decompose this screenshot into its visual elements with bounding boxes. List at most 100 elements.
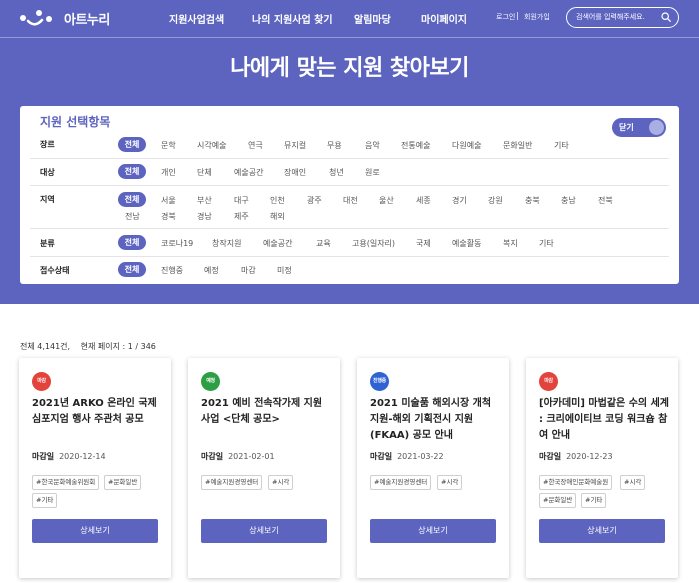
detail-button[interactable]: 상세보기 <box>370 519 496 543</box>
card-tag[interactable]: #문화일반 <box>104 475 142 490</box>
filter-option[interactable]: 대전 <box>343 195 358 206</box>
card-tag[interactable]: #예술지원경영센터 <box>370 475 432 490</box>
filter-option[interactable]: 충남 <box>561 195 576 206</box>
filter-label-target: 대상 <box>40 168 55 177</box>
card-title[interactable]: 2021 미술품 해외시장 개척 지원-해외 기획전시 지원(FKAA) 공모 … <box>370 396 500 444</box>
filter-option[interactable]: 강원 <box>488 195 503 206</box>
filter-option[interactable]: 원로 <box>365 167 380 178</box>
filter-option[interactable]: 창작지원 <box>212 238 241 249</box>
card-tag[interactable]: #기타 <box>581 493 607 508</box>
deadline-date: 2020-12-14 <box>59 452 106 461</box>
filter-option[interactable]: 전통예술 <box>401 140 430 151</box>
filter-option[interactable]: 울산 <box>379 195 394 206</box>
card-tag[interactable]: #한국문화예술위원회 <box>32 475 100 490</box>
filter-target-all[interactable]: 전체 <box>118 164 146 179</box>
filter-option[interactable]: 복지 <box>503 238 518 249</box>
login-link[interactable]: 로그인 <box>496 12 515 22</box>
filter-option[interactable]: 기타 <box>554 140 569 151</box>
card-tag[interactable]: #예술지원경영센터 <box>201 475 263 490</box>
status-badge: 예정 <box>201 372 220 391</box>
search-input[interactable] <box>576 11 662 23</box>
search-icon[interactable] <box>661 12 671 22</box>
filter-option[interactable]: 해외 <box>270 211 285 222</box>
card-tag[interactable]: #기타 <box>32 493 58 508</box>
filter-option[interactable]: 제주 <box>234 211 249 222</box>
nav-item-notices[interactable]: 알림마당 <box>354 11 391 26</box>
card-tag[interactable]: #한국장애인문화예술원 <box>539 475 613 490</box>
toggle-knob <box>649 120 664 135</box>
card-tag[interactable]: #문화일반 <box>539 493 577 508</box>
filter-option[interactable]: 시각예술 <box>197 140 226 151</box>
filter-option[interactable]: 마감 <box>241 265 256 276</box>
deadline-date: 2021-03-22 <box>397 452 444 461</box>
filter-option[interactable]: 예술공간 <box>263 238 292 249</box>
row-divider <box>30 185 669 186</box>
filter-option[interactable]: 예술활동 <box>452 238 481 249</box>
filter-category-all[interactable]: 전체 <box>118 235 146 250</box>
nav-item-my-support[interactable]: 나의 지원사업 찾기 <box>252 11 333 26</box>
filter-status-all[interactable]: 전체 <box>118 262 146 277</box>
filter-region-all[interactable]: 전체 <box>118 192 146 207</box>
filter-option[interactable]: 문학 <box>161 140 176 151</box>
card-title[interactable]: 2021년 ARKO 온라인 국제심포지엄 행사 주관처 공모 <box>32 396 162 428</box>
support-card[interactable]: 마감 [아카데미] 마법같은 수의 세계 : 크리에이티브 코딩 워크숍 참여 … <box>526 358 678 578</box>
card-deadline: 마감일 2020-12-23 <box>539 451 613 462</box>
filter-panel: 지원 선택항목 닫기 장르 전체 문학 시각예술 연극 뮤지컬 무용 음악 전통… <box>20 106 679 284</box>
filter-option[interactable]: 부산 <box>197 195 212 206</box>
filter-option[interactable]: 청년 <box>329 167 344 178</box>
filter-option[interactable]: 전남 <box>125 211 140 222</box>
search-box <box>566 7 679 28</box>
filter-option[interactable]: 경북 <box>161 211 176 222</box>
deadline-label: 마감일 <box>370 452 393 461</box>
filter-option[interactable]: 인천 <box>270 195 285 206</box>
filter-option[interactable]: 고용(일자리) <box>352 238 395 249</box>
detail-button[interactable]: 상세보기 <box>539 519 665 543</box>
support-card[interactable]: 마감 2021년 ARKO 온라인 국제심포지엄 행사 주관처 공모 마감일 20… <box>19 358 171 578</box>
filter-option[interactable]: 문화일반 <box>503 140 532 151</box>
filter-option[interactable]: 광주 <box>307 195 322 206</box>
detail-button[interactable]: 상세보기 <box>32 519 158 543</box>
filter-option[interactable]: 교육 <box>316 238 331 249</box>
support-card[interactable]: 예정 2021 예비 전속작가제 지원 사업 <단체 공모> 마감일 2021-0… <box>188 358 340 578</box>
card-tag[interactable]: #시각 <box>268 475 294 490</box>
row-divider <box>30 256 669 257</box>
filter-option[interactable]: 세종 <box>416 195 431 206</box>
filter-option[interactable]: 장애인 <box>284 167 306 178</box>
filter-label-genre: 장르 <box>40 140 55 149</box>
filter-option[interactable]: 예정 <box>204 265 219 276</box>
card-tag[interactable]: #시각 <box>437 475 463 490</box>
filter-option[interactable]: 경남 <box>197 211 212 222</box>
filter-option[interactable]: 서울 <box>161 195 176 206</box>
nav-item-support-search[interactable]: 지원사업검색 <box>169 11 224 26</box>
signup-link[interactable]: 회원가입 <box>524 12 550 22</box>
filter-option[interactable]: 진행중 <box>161 265 183 276</box>
detail-button[interactable]: 상세보기 <box>201 519 327 543</box>
nav-item-mypage[interactable]: 마이페이지 <box>421 11 467 26</box>
filter-option[interactable]: 음악 <box>365 140 380 151</box>
filter-option[interactable]: 뮤지컬 <box>284 140 306 151</box>
filter-option[interactable]: 국제 <box>416 238 431 249</box>
support-card[interactable]: 진행중 2021 미술품 해외시장 개척 지원-해외 기획전시 지원(FKAA)… <box>357 358 509 578</box>
card-tag[interactable]: #시각 <box>620 475 646 490</box>
card-title[interactable]: 2021 예비 전속작가제 지원 사업 <단체 공모> <box>201 396 331 428</box>
filter-option[interactable]: 미정 <box>277 265 292 276</box>
filter-option[interactable]: 전북 <box>598 195 613 206</box>
filter-option[interactable]: 경기 <box>452 195 467 206</box>
deadline-label: 마감일 <box>201 452 224 461</box>
filter-option[interactable]: 단체 <box>197 167 212 178</box>
hero-section: 아트누리 지원사업검색 나의 지원사업 찾기 알림마당 마이페이지 로그인 회원… <box>0 0 699 304</box>
filter-option[interactable]: 예술공간 <box>234 167 263 178</box>
card-title[interactable]: [아카데미] 마법같은 수의 세계 : 크리에이티브 코딩 워크숍 참여 안내 <box>539 396 669 444</box>
filter-option[interactable]: 개인 <box>161 167 176 178</box>
filter-option[interactable]: 충북 <box>525 195 540 206</box>
filter-option[interactable]: 무용 <box>327 140 342 151</box>
card-deadline: 마감일 2021-03-22 <box>370 451 444 462</box>
filter-genre-all[interactable]: 전체 <box>118 137 146 152</box>
filter-option[interactable]: 다원예술 <box>452 140 481 151</box>
page-title: 나에게 맞는 지원 찾아보기 <box>230 56 469 81</box>
filter-option[interactable]: 대구 <box>234 195 249 206</box>
filter-option[interactable]: 코로나19 <box>161 238 193 249</box>
filter-option[interactable]: 기타 <box>539 238 554 249</box>
filter-close-toggle[interactable]: 닫기 <box>612 118 666 137</box>
filter-option[interactable]: 연극 <box>248 140 263 151</box>
